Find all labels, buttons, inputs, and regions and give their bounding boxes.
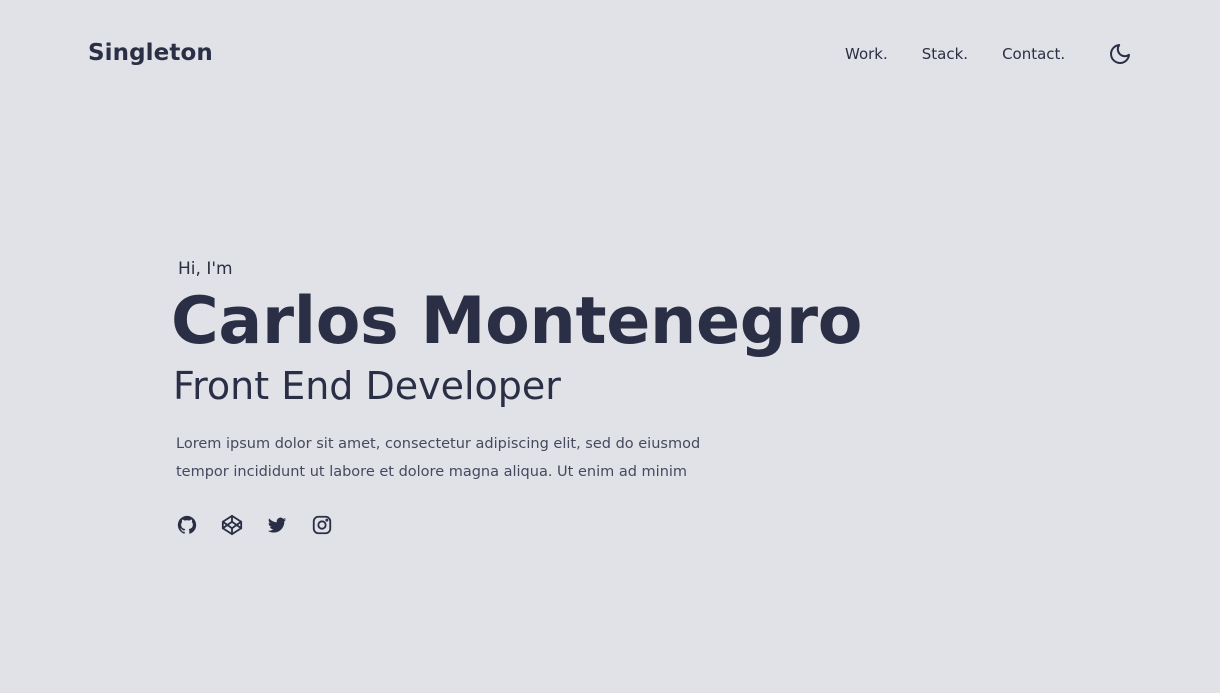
theme-toggle-button[interactable] [1108, 42, 1132, 66]
twitter-link[interactable] [266, 514, 288, 536]
hero-role: Front End Developer [173, 364, 561, 408]
main-nav: Work. Stack. Contact. [845, 43, 1065, 65]
social-links [176, 514, 333, 536]
codepen-link[interactable] [221, 514, 243, 536]
hero-bio: Lorem ipsum dolor sit amet, consectetur … [176, 436, 701, 480]
nav-link-work[interactable]: Work. [845, 43, 888, 65]
instagram-icon [312, 515, 332, 535]
nav-link-stack[interactable]: Stack. [922, 43, 968, 65]
nav-link-contact[interactable]: Contact. [1002, 43, 1065, 65]
moon-icon [1110, 44, 1130, 64]
twitter-icon [267, 517, 287, 533]
hero-greeting: Hi, I'm [178, 259, 233, 279]
instagram-link[interactable] [311, 514, 333, 536]
hero-name: Carlos Montenegro [171, 284, 863, 359]
github-link[interactable] [176, 514, 198, 536]
codepen-icon [221, 514, 243, 536]
brand-logo[interactable]: Singleton [88, 37, 213, 69]
github-icon [177, 515, 197, 534]
